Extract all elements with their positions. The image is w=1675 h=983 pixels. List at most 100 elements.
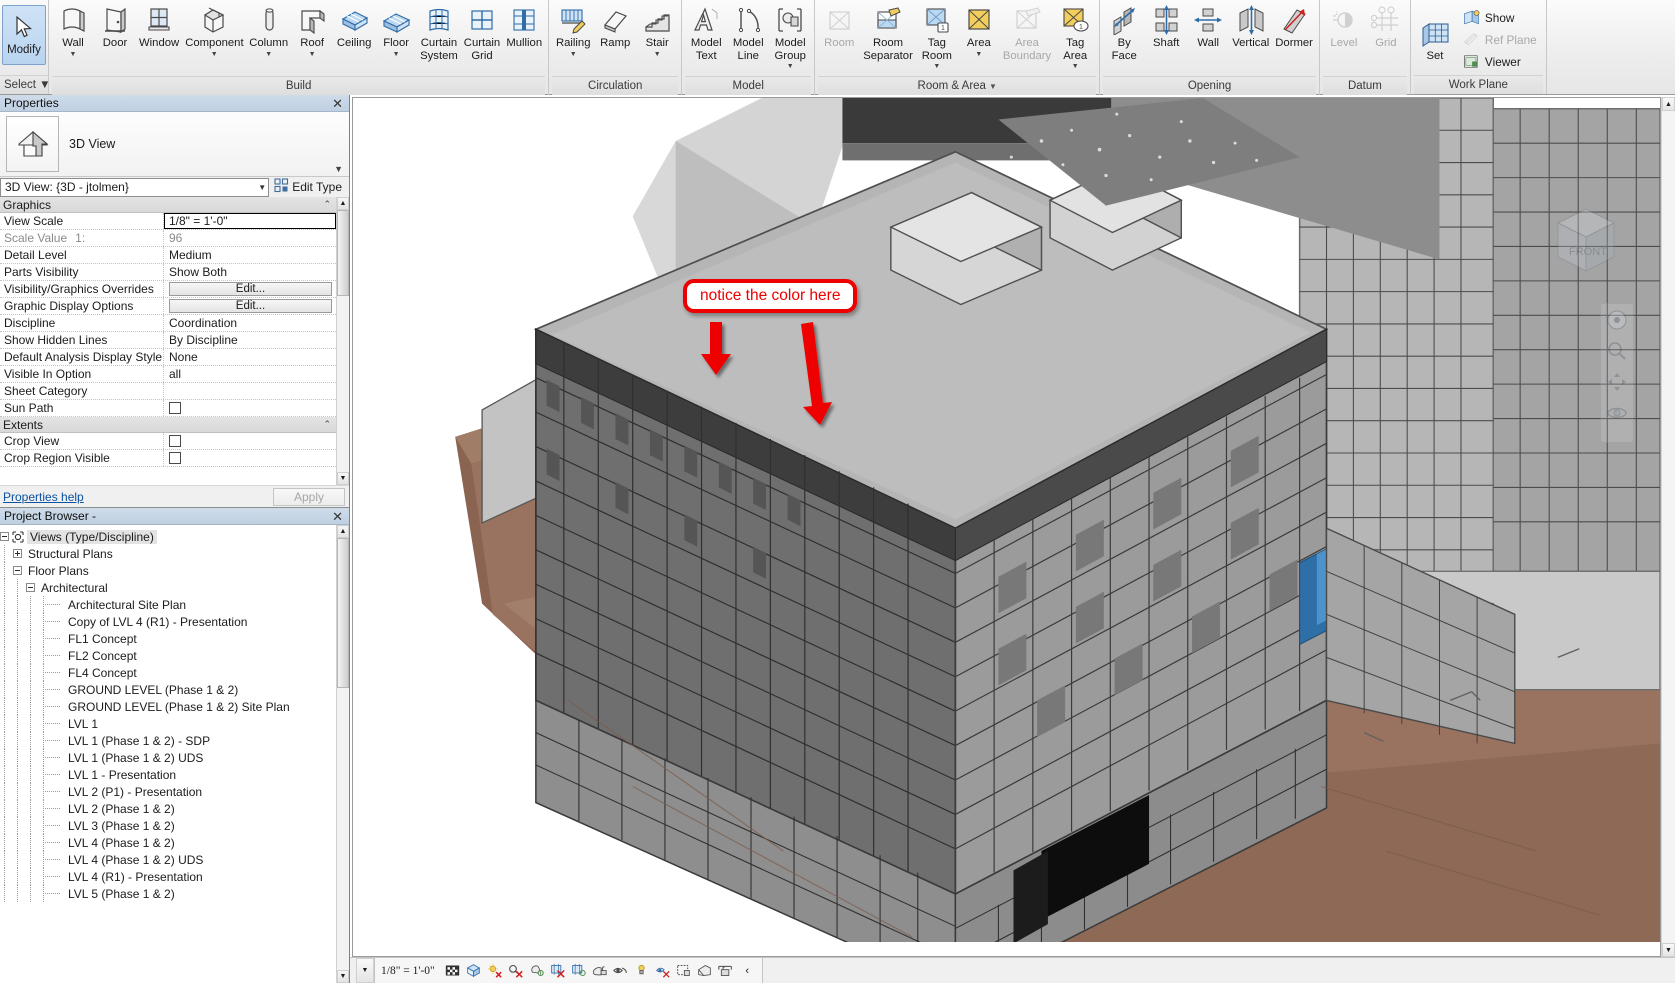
property-value[interactable]: Coordination: [164, 315, 336, 331]
project-browser-view-item[interactable]: LVL 2 (Phase 1 & 2): [0, 800, 336, 817]
expand-icon[interactable]: [13, 549, 22, 558]
steering-wheel-icon[interactable]: [1606, 309, 1628, 331]
chevron-down-icon[interactable]: ▼: [70, 51, 77, 58]
property-row[interactable]: Visibility/Graphics Overrides Edit...: [0, 281, 336, 298]
close-icon[interactable]: ✕: [330, 510, 345, 523]
canvas-vertical-scrollbar[interactable]: ▲ ▼: [1661, 97, 1675, 957]
ribbon-tool-vertical[interactable]: Vertical: [1229, 3, 1272, 75]
show-crop-region-icon[interactable]: [570, 962, 587, 979]
ribbon-tool-window[interactable]: Window: [136, 3, 182, 75]
work-plane-show-button[interactable]: Show: [1458, 7, 1541, 28]
shadows-off-icon[interactable]: [507, 962, 524, 979]
chevron-down-icon[interactable]: ▼: [933, 63, 940, 70]
chevron-left-icon[interactable]: ‹: [739, 962, 756, 979]
project-browser-view-item[interactable]: LVL 1 (Phase 1 & 2) - SDP: [0, 732, 336, 749]
properties-group-header[interactable]: Graphics ⌃: [0, 197, 336, 213]
collapse-icon[interactable]: [26, 583, 35, 592]
properties-group-header[interactable]: Extents ⌃: [0, 417, 336, 433]
project-browser-view-item[interactable]: LVL 5 (Phase 1 & 2): [0, 885, 336, 902]
property-row[interactable]: Detail Level Medium: [0, 247, 336, 264]
edit-type-button[interactable]: Edit Type: [272, 178, 347, 196]
ribbon-panel-title[interactable]: Room & Area ▼: [818, 76, 1097, 95]
project-browser-view-item[interactable]: FL1 Concept: [0, 630, 336, 647]
hide-analytical-model-icon[interactable]: [675, 962, 692, 979]
collapse-icon[interactable]: [0, 532, 9, 541]
project-browser-folder[interactable]: Structural Plans: [0, 545, 336, 562]
ribbon-tool-tag-area[interactable]: 1 Tag Area ▼: [1054, 3, 1096, 75]
properties-expand-icon[interactable]: ▼: [334, 164, 343, 174]
ribbon-tool-curtain-system[interactable]: Curtain System: [417, 3, 461, 75]
chevron-down-icon[interactable]: ▼: [570, 51, 577, 58]
project-browser-view-item[interactable]: LVL 1: [0, 715, 336, 732]
project-browser-folder[interactable]: Views (Type/Discipline): [0, 528, 336, 545]
ribbon-tool-mullion[interactable]: Mullion: [503, 3, 545, 75]
view-scale-label[interactable]: 1/8" = 1'-0": [381, 965, 435, 977]
project-browser-view-item[interactable]: LVL 1 - Presentation: [0, 766, 336, 783]
reveal-hidden-elements-icon[interactable]: [633, 962, 650, 979]
property-row[interactable]: Scale Value 1: 96: [0, 230, 336, 247]
chevron-down-icon[interactable]: ▼: [975, 51, 982, 58]
ribbon-tool-model-group[interactable]: Model Group ▼: [769, 3, 811, 75]
unlocked-3d-view-icon[interactable]: [591, 962, 608, 979]
property-row[interactable]: Visible In Option all: [0, 366, 336, 383]
properties-scrollbar[interactable]: ▲ ▼: [336, 197, 349, 485]
ribbon-tool-shaft[interactable]: Shaft: [1145, 3, 1187, 75]
property-row[interactable]: Sheet Category: [0, 383, 336, 400]
property-value[interactable]: [164, 433, 336, 449]
property-row[interactable]: Crop Region Visible: [0, 450, 336, 467]
property-value[interactable]: Edit...: [164, 298, 336, 314]
property-checkbox[interactable]: [169, 452, 181, 464]
scroll-down-icon[interactable]: ▼: [356, 958, 374, 983]
ribbon-tool-curtain-grid[interactable]: Curtain Grid: [461, 3, 503, 75]
project-browser-view-item[interactable]: LVL 3 (Phase 1 & 2): [0, 817, 336, 834]
property-row[interactable]: Discipline Coordination: [0, 315, 336, 332]
project-browser-scroll-track[interactable]: [337, 538, 349, 970]
chevron-down-icon[interactable]: ▼: [265, 51, 272, 58]
scroll-up-icon[interactable]: ▲: [337, 525, 349, 538]
property-row[interactable]: Graphic Display Options Edit...: [0, 298, 336, 315]
ribbon-tool-stair[interactable]: Stair ▼: [636, 3, 678, 75]
chevron-down-icon[interactable]: ▼: [654, 51, 661, 58]
property-value[interactable]: Edit...: [164, 281, 336, 297]
properties-scroll-thumb[interactable]: [337, 210, 349, 296]
ribbon-tool-railing[interactable]: Railing ▼: [552, 3, 594, 75]
ribbon-tool-column[interactable]: Column ▼: [246, 3, 291, 75]
ribbon-tool-door[interactable]: Door: [94, 3, 136, 75]
ribbon-tool-tag-room[interactable]: 1 Tag Room ▼: [916, 3, 958, 75]
property-value[interactable]: Show Both: [164, 264, 336, 280]
properties-help-link[interactable]: Properties help: [3, 490, 84, 504]
type-selector-combobox[interactable]: 3D View: {3D - jtolmen} ▼: [0, 177, 270, 197]
ribbon-tool-area[interactable]: Area ▼: [958, 3, 1000, 75]
ribbon-tool-by-face[interactable]: By Face: [1103, 3, 1145, 75]
collapse-group-icon[interactable]: ⌃: [323, 419, 331, 430]
project-browser-view-item[interactable]: Architectural Site Plan: [0, 596, 336, 613]
chevron-down-icon[interactable]: ▼: [393, 51, 400, 58]
property-edit-button[interactable]: Edit...: [169, 299, 332, 313]
collapse-group-icon[interactable]: ⌃: [323, 199, 331, 210]
property-value[interactable]: By Discipline: [164, 332, 336, 348]
orbit-icon[interactable]: [1606, 402, 1628, 424]
property-checkbox[interactable]: [169, 435, 181, 447]
project-browser-view-item[interactable]: LVL 4 (R1) - Presentation: [0, 868, 336, 885]
ribbon-tool-ramp[interactable]: Ramp: [594, 3, 636, 75]
canvas-vscroll-track[interactable]: [1662, 111, 1675, 943]
ribbon-tool-dormer[interactable]: Dormer: [1272, 3, 1316, 75]
temporary-view-properties-icon[interactable]: [654, 962, 671, 979]
detail-level-icon[interactable]: [444, 962, 461, 979]
view-cube-icon[interactable]: FRONT: [1538, 193, 1634, 289]
visual-style-icon[interactable]: [465, 962, 482, 979]
ribbon-tool-model-text[interactable]: Model Text: [685, 3, 727, 75]
property-row[interactable]: Default Analysis Display Style None: [0, 349, 336, 366]
pan-icon[interactable]: [1606, 371, 1628, 393]
project-browser-scroll-thumb[interactable]: [337, 538, 349, 688]
scroll-down-icon[interactable]: ▼: [337, 970, 349, 983]
property-value[interactable]: 1/8" = 1'-0": [164, 213, 336, 229]
scroll-down-icon[interactable]: ▼: [337, 472, 349, 485]
property-value[interactable]: [164, 400, 336, 416]
chevron-down-icon[interactable]: ▼: [211, 51, 218, 58]
property-value[interactable]: 96: [164, 230, 336, 246]
project-browser-view-item[interactable]: FL4 Concept: [0, 664, 336, 681]
crop-region-off-icon[interactable]: [549, 962, 566, 979]
project-browser-view-item[interactable]: Copy of LVL 4 (R1) - Presentation: [0, 613, 336, 630]
property-value[interactable]: [164, 383, 336, 399]
